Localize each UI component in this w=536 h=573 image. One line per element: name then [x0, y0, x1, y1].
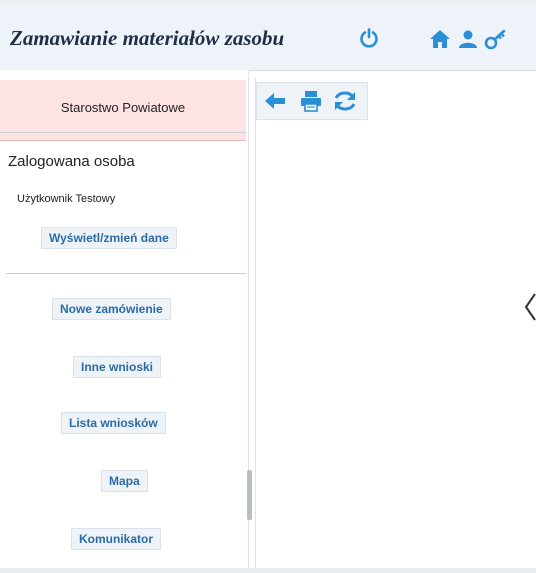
app-title: Zamawianie materiałów zasobu — [10, 26, 285, 50]
home-icon[interactable] — [428, 27, 452, 51]
logged-in-heading: Zalogowana osoba — [8, 153, 135, 170]
content-toolbar — [256, 82, 368, 120]
user-name: Użytkownik Testowy — [17, 193, 116, 205]
key-icon[interactable] — [484, 27, 508, 51]
sidebar: Starostwo Powiatowe — [0, 70, 249, 573]
collapse-panel-icon[interactable] — [524, 292, 536, 322]
back-arrow-icon[interactable] — [263, 89, 287, 113]
print-icon[interactable] — [299, 89, 323, 113]
sidebar-divider-2 — [6, 273, 246, 274]
bottom-bar — [0, 568, 536, 573]
messenger-button[interactable]: Komunikator — [71, 528, 162, 550]
sidebar-divider — [0, 132, 246, 133]
edit-profile-button[interactable]: Wyświetl/zmień dane — [41, 227, 177, 249]
user-icon[interactable] — [456, 27, 480, 51]
map-button[interactable]: Mapa — [101, 470, 148, 492]
app-header: Zamawianie materiałów zasobu — [0, 6, 536, 71]
organization-name: Starostwo Powiatowe — [60, 100, 186, 115]
new-order-button[interactable]: Nowe zamówienie — [52, 298, 171, 320]
refresh-icon[interactable] — [333, 89, 357, 113]
requests-list-button[interactable]: Lista wniosków — [61, 412, 166, 434]
sidebar-scrollbar[interactable] — [247, 470, 252, 520]
content-area — [255, 78, 536, 573]
other-requests-button[interactable]: Inne wnioski — [73, 356, 162, 378]
power-icon[interactable] — [357, 26, 381, 50]
